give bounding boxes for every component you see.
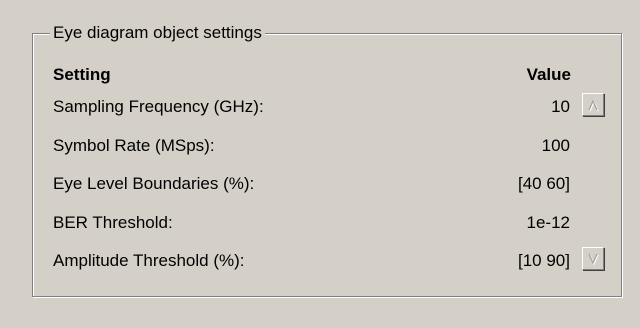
setting-label-ber-threshold: BER Threshold: [53, 213, 173, 232]
setting-value-amplitude-threshold: [10 90] [518, 251, 570, 270]
scroll-down-button[interactable] [582, 247, 604, 270]
settings-panel: Eye diagram object settings Setting Valu… [0, 0, 640, 328]
setting-value-symbol-rate: 100 [541, 136, 570, 155]
group-box-title: Eye diagram object settings [50, 22, 265, 44]
setting-label-sampling-frequency: Sampling Frequency (GHz): [53, 97, 264, 116]
column-header-value: Value [526, 65, 571, 84]
setting-label-symbol-rate: Symbol Rate (MSps): [53, 136, 215, 155]
caret-up-icon [588, 99, 599, 111]
scroll-up-button[interactable] [582, 93, 604, 116]
setting-value-eye-level-boundaries: [40 60] [518, 174, 570, 193]
setting-label-eye-level-boundaries: Eye Level Boundaries (%): [53, 174, 255, 193]
setting-value-sampling-frequency: 10 [551, 97, 570, 116]
setting-label-amplitude-threshold: Amplitude Threshold (%): [53, 251, 245, 270]
column-header-setting: Setting [53, 65, 111, 84]
caret-down-icon [588, 253, 599, 265]
setting-value-ber-threshold: 1e-12 [526, 213, 570, 232]
